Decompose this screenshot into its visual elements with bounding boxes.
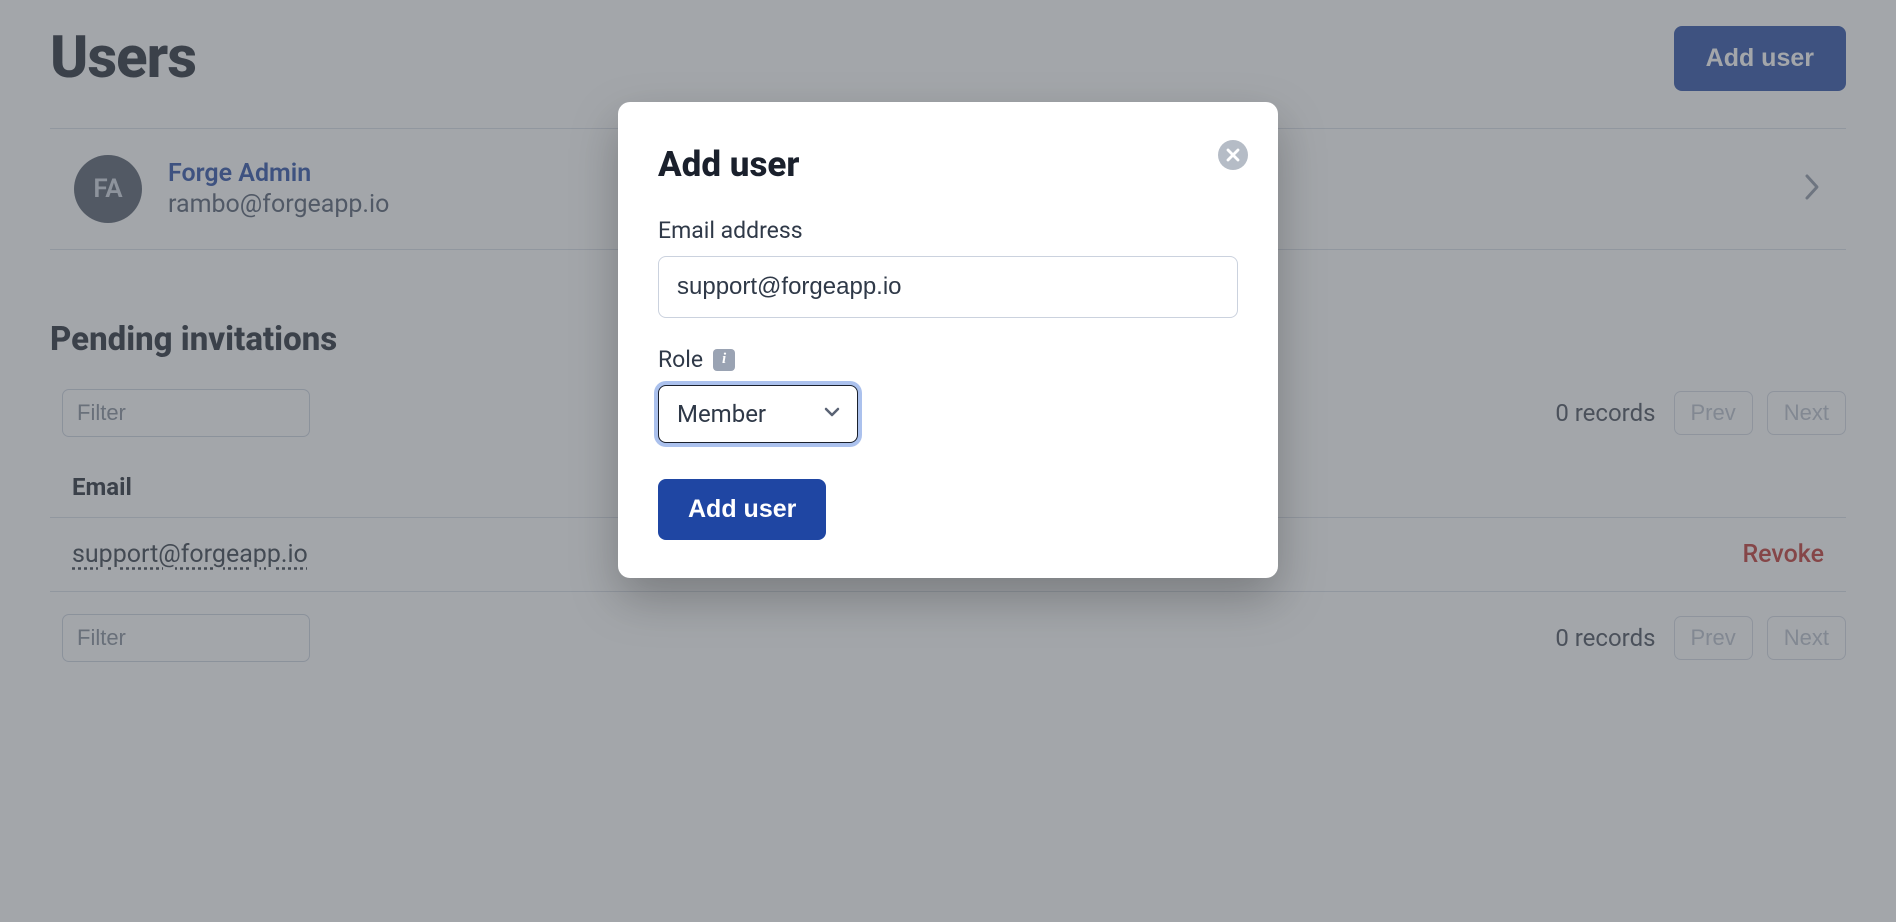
- role-label-text: Role: [658, 346, 703, 373]
- add-user-modal: Add user Email address Role i Member Add…: [618, 102, 1278, 578]
- modal-title: Add user: [658, 144, 1238, 185]
- close-icon[interactable]: [1218, 140, 1248, 170]
- modal-add-user-button[interactable]: Add user: [658, 479, 826, 540]
- email-label: Email address: [658, 217, 1238, 244]
- email-label-text: Email address: [658, 217, 803, 244]
- email-field[interactable]: [658, 256, 1238, 318]
- modal-overlay[interactable]: Add user Email address Role i Member Add…: [0, 0, 1896, 922]
- role-select[interactable]: Member: [658, 385, 858, 443]
- role-label: Role i: [658, 346, 1238, 373]
- info-icon[interactable]: i: [713, 349, 735, 371]
